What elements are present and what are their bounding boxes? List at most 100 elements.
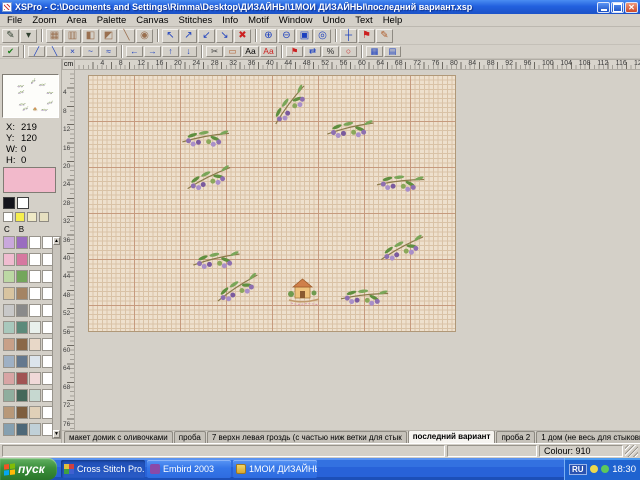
pencil-dropdown[interactable]: ▾ [20, 29, 37, 43]
motif-olive-branch[interactable] [265, 83, 314, 126]
nudge-right-icon[interactable]: → [144, 46, 161, 57]
ruler-toggle-tool[interactable]: ▤ [384, 46, 401, 57]
palette-swatch[interactable] [3, 355, 15, 368]
flag-marker-tool[interactable]: ⚑ [358, 29, 375, 43]
zoom-out-tool[interactable]: ⊖ [278, 29, 295, 43]
nudge-up-icon[interactable]: ↑ [162, 46, 179, 57]
taskbar-button[interactable]: Embird 2003 [147, 460, 231, 478]
curve-tool[interactable]: ~ [82, 46, 99, 57]
palette-swatch[interactable] [16, 253, 28, 266]
french-knot-tool[interactable]: ◉ [136, 29, 153, 43]
pencil-tool[interactable]: ✎ [2, 29, 19, 43]
palette-swatch[interactable] [29, 321, 41, 334]
quarter-stitch-tool[interactable]: ◩ [100, 29, 117, 43]
taskbar-button[interactable]: Cross Stitch Pro... [61, 460, 145, 478]
motif-olive-branch[interactable] [46, 90, 53, 95]
menu-item-canvas[interactable]: Canvas [131, 15, 173, 26]
palette-swatch[interactable] [29, 253, 41, 266]
swap-colors-tool[interactable]: ⇄ [304, 46, 321, 57]
tray-status-icon[interactable] [590, 465, 598, 473]
nudge-down-icon[interactable]: ↓ [180, 46, 197, 57]
circle-select-tool[interactable]: ○ [340, 46, 357, 57]
motif-olive-branch[interactable] [18, 90, 25, 94]
full-stitch-tool[interactable]: ▦ [46, 29, 63, 43]
palette-swatch[interactable] [3, 389, 15, 402]
line-nw-tool[interactable]: ╲ [46, 46, 63, 57]
design-tab[interactable]: 7 верхн левая гроздь (с частью ниж ветки… [207, 431, 407, 443]
palette-swatch[interactable] [3, 236, 15, 249]
nudge-left-icon[interactable]: ← [126, 46, 143, 57]
palette-swatch[interactable] [16, 338, 28, 351]
grid-toggle-tool[interactable]: ▦ [366, 46, 383, 57]
minimize-button[interactable] [597, 2, 610, 13]
petite-stitch-tool[interactable]: ▥ [64, 29, 81, 43]
palette-swatch[interactable] [29, 406, 41, 419]
motif-olive-branch[interactable] [22, 106, 29, 111]
palette-swatch[interactable] [16, 372, 28, 385]
current-color-swatch[interactable] [3, 167, 56, 193]
palette-swatch[interactable] [3, 423, 15, 436]
palette-swatch[interactable] [16, 304, 28, 317]
taskbar-button[interactable]: 1МОИ ДИЗАЙНЫ [233, 460, 317, 478]
menu-item-file[interactable]: File [2, 15, 27, 26]
freehand-tool[interactable]: ≈ [100, 46, 117, 57]
tray-status-icon[interactable] [601, 465, 609, 473]
menu-item-palette[interactable]: Palette [92, 15, 132, 26]
cut-tool[interactable]: ✂ [206, 46, 223, 57]
flag-tool[interactable]: ⚑ [286, 46, 303, 57]
palette-swatch[interactable] [3, 287, 15, 300]
palette-swatch[interactable] [29, 287, 41, 300]
pan-up-right-icon[interactable]: ↗ [180, 29, 197, 43]
palette-swatch[interactable] [3, 321, 15, 334]
motif-olive-branch[interactable] [17, 84, 24, 88]
apply-tool[interactable]: ✔ [2, 46, 19, 57]
thread-color-swatch[interactable] [3, 197, 15, 209]
design-tab[interactable]: макет домик с оливочками [64, 431, 173, 443]
motif-house[interactable] [288, 279, 319, 305]
design-tab[interactable]: проба [174, 431, 206, 443]
motif-olive-branch[interactable] [182, 124, 230, 152]
scroll-down-icon[interactable]: ▼ [53, 430, 60, 438]
menu-item-motif[interactable]: Motif [243, 15, 274, 26]
half-stitch-tool[interactable]: ◧ [82, 29, 99, 43]
palette-swatch[interactable] [16, 270, 28, 283]
menu-item-window[interactable]: Window [274, 15, 318, 26]
recent-color-swatch[interactable] [3, 212, 13, 222]
palette-swatch[interactable] [16, 423, 28, 436]
motif-house[interactable] [33, 107, 38, 111]
pan-up-left-icon[interactable]: ↖ [162, 29, 179, 43]
menu-item-undo[interactable]: Undo [318, 15, 351, 26]
palette-swatch[interactable] [16, 355, 28, 368]
menu-item-help[interactable]: Help [378, 15, 408, 26]
palette-swatch[interactable] [16, 389, 28, 402]
palette-swatch[interactable] [29, 270, 41, 283]
palette-swatch[interactable] [29, 423, 41, 436]
canvas-area[interactable] [75, 70, 640, 430]
resize-grip[interactable] [625, 445, 638, 457]
palette-swatch[interactable] [29, 338, 41, 351]
motif-olive-branch[interactable] [41, 108, 48, 113]
recent-color-swatch[interactable] [39, 212, 49, 222]
motif-olive-branch[interactable] [193, 247, 240, 272]
percent-zoom-tool[interactable]: % [322, 46, 339, 57]
zoom-actual-tool[interactable]: ◎ [314, 29, 331, 43]
palette-swatch[interactable] [29, 372, 41, 385]
thread-color-swatch[interactable] [17, 197, 29, 209]
design-tab[interactable]: проба 2 [496, 431, 535, 443]
motif-olive-branch[interactable] [46, 100, 53, 104]
motif-olive-branch[interactable] [213, 272, 262, 304]
palette-swatch[interactable] [3, 270, 15, 283]
pan-down-left-icon[interactable]: ↙ [198, 29, 215, 43]
eraser-tool[interactable]: ▭ [224, 46, 241, 57]
language-indicator[interactable]: RU [569, 464, 587, 475]
design-tab[interactable]: 1 дом (не весь для стыковки) [536, 431, 640, 443]
line-ne-tool[interactable]: ╱ [28, 46, 45, 57]
start-button[interactable]: пуск [0, 458, 57, 480]
motif-olive-branch[interactable] [29, 78, 36, 84]
motif-olive-branch[interactable] [376, 167, 424, 197]
motif-olive-branch[interactable] [378, 233, 426, 262]
recent-color-swatch[interactable] [15, 212, 25, 222]
palette-swatch[interactable] [16, 321, 28, 334]
zoom-area-tool[interactable]: ▣ [296, 29, 313, 43]
recent-color-swatch[interactable] [27, 212, 37, 222]
